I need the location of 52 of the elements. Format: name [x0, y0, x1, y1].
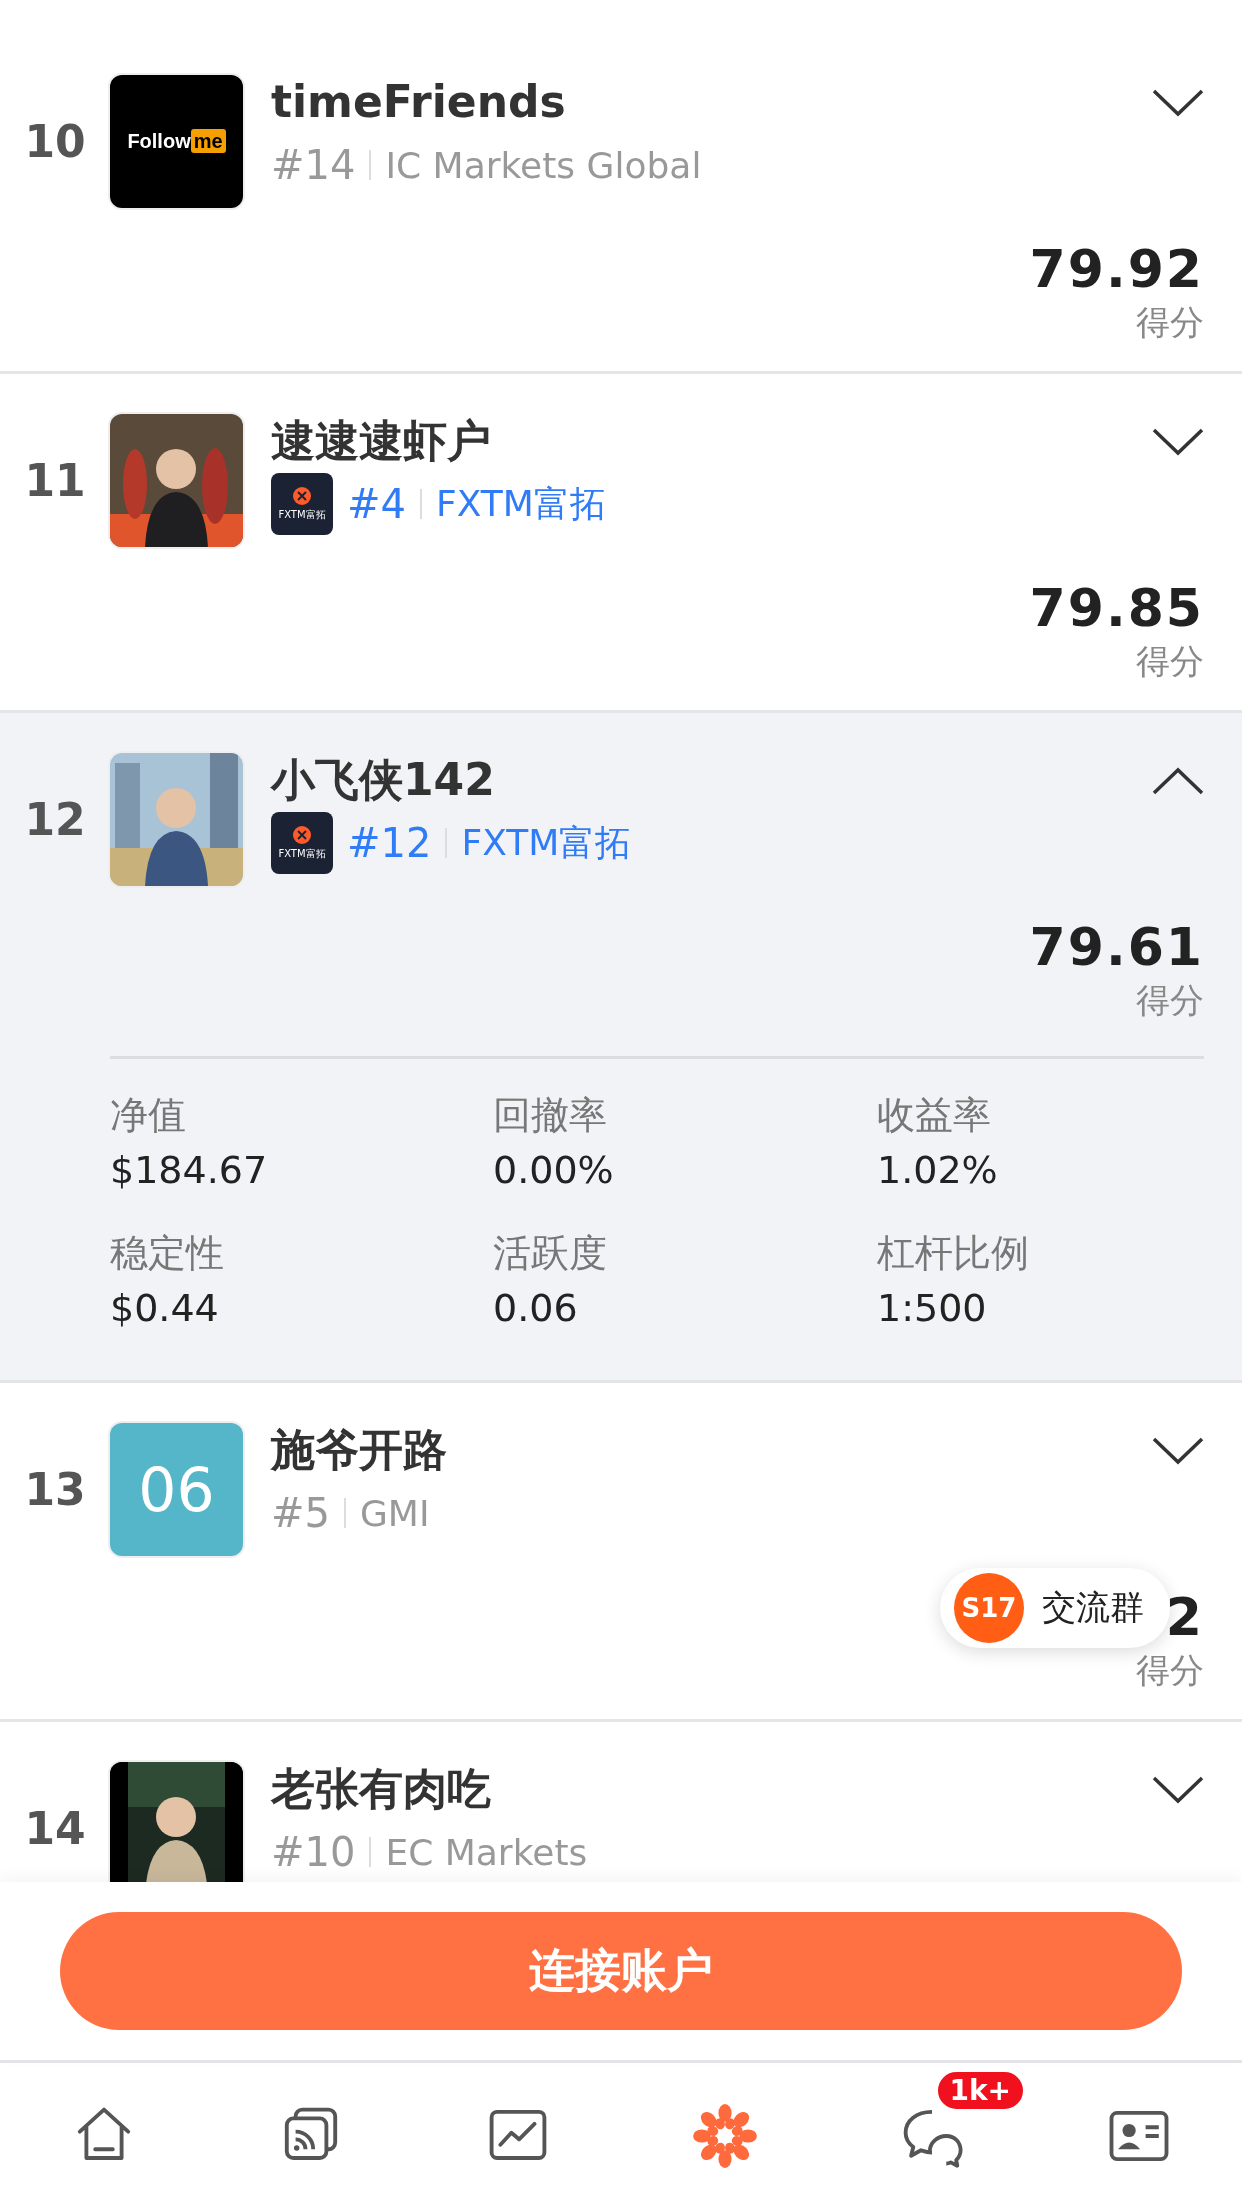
trader-name: 逮逮逮虾户 [271, 414, 492, 467]
stat-label: 回撤率 [493, 1092, 608, 1139]
score-label: 得分 [1136, 1649, 1204, 1692]
trader-card[interactable]: 12 小飞侠142 FXTM富拓 #12 FXTM富拓 79.61 得分 净值 $184.67 回撤率 0.00% 收益率 1.02% 稳定性 $0.44 活跃度 0.06 杠杆比例 1:500 [0, 713, 1242, 1383]
trader-name: timeFriends [271, 75, 567, 128]
stat-value: 1.02% [877, 1147, 999, 1194]
rank-number: 14 [23, 1803, 87, 1854]
flower-logo-icon[interactable] [691, 2102, 758, 2169]
broker-name: FXTM富拓 [461, 820, 632, 865]
broker-rank: #5 [271, 1490, 330, 1536]
rank-number: 11 [23, 455, 87, 506]
broker-rank: #12 [347, 820, 432, 866]
broker-rank: #10 [271, 1829, 356, 1875]
chevron-down-icon[interactable] [1152, 428, 1204, 456]
broker-name: GMI [359, 1492, 430, 1534]
stat-value: 1:500 [877, 1285, 988, 1332]
stat-label: 杠杆比例 [877, 1230, 1030, 1277]
score-label: 得分 [1136, 979, 1204, 1022]
trader-name: 老张有肉吃 [271, 1762, 492, 1815]
broker-name: EC Markets [385, 1831, 588, 1873]
group-badge: S17 [954, 1573, 1024, 1643]
score-value: 79.92 [1029, 238, 1204, 300]
stat-label: 净值 [110, 1092, 187, 1139]
chevron-down-icon[interactable] [1152, 1776, 1204, 1804]
broker-rank: #4 [347, 481, 406, 527]
stat-value: $184.67 [110, 1147, 269, 1194]
chevron-down-icon[interactable] [1152, 89, 1204, 117]
rank-number: 10 [23, 116, 87, 167]
chevron-down-icon[interactable] [1152, 1437, 1204, 1465]
stat-value: 0.00% [493, 1147, 615, 1194]
score-value: 79.61 [1029, 916, 1204, 978]
group-chat-button[interactable]: S17 交流群 [940, 1568, 1170, 1648]
stat-value: $0.44 [110, 1285, 220, 1332]
rank-number: 13 [23, 1464, 87, 1515]
broker-name: FXTM富拓 [435, 481, 606, 526]
score-label: 得分 [1136, 640, 1204, 683]
score-value: 79.85 [1029, 577, 1204, 639]
number-tile: 06 [110, 1423, 243, 1556]
trader-name: 小飞侠142 [271, 753, 496, 806]
logo-text: Followme [127, 130, 226, 153]
stat-label: 稳定性 [110, 1230, 225, 1277]
trader-name: 施爷开路 [271, 1423, 448, 1476]
score-label: 得分 [1136, 301, 1204, 344]
chevron-up-icon[interactable] [1152, 767, 1204, 795]
broker-name: IC Markets Global [385, 144, 702, 186]
stat-value: 0.06 [493, 1285, 579, 1332]
rank-number: 12 [23, 794, 87, 845]
stat-label: 收益率 [877, 1092, 992, 1139]
stat-label: 活跃度 [493, 1230, 608, 1277]
broker-rank: #14 [271, 142, 356, 188]
broker-logo: FXTM富拓 [271, 812, 333, 874]
broker-logo: FXTM富拓 [271, 473, 333, 535]
